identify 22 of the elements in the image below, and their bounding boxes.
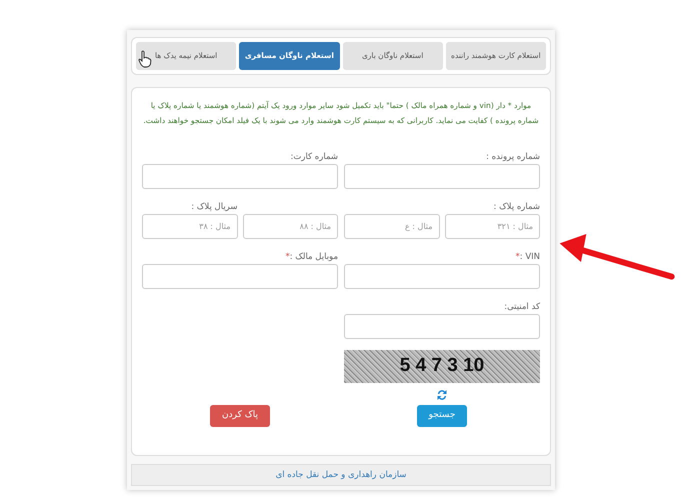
field-label: سریال پلاک : [191,202,238,212]
captcha-text: 5 4 7 3 10 [400,354,484,378]
input-field[interactable] [344,264,540,289]
input-field[interactable] [344,314,540,339]
clear-button[interactable]: پاک کردن [210,405,270,426]
field-label: شماره پلاک : [494,202,540,212]
hand-cursor-icon [138,50,152,68]
field-label: کد امنیتی: [504,302,540,312]
field-label: موبایل مالک :* [285,252,338,262]
input-field[interactable]: مثال : ۸۸ [242,214,338,239]
field-label: شماره کارت: [290,152,338,162]
footer-text: سازمان راهداری و حمل نقل جاده ای [131,464,551,486]
field-label: VIN : * [515,252,540,262]
input-field[interactable] [142,164,338,189]
input-field[interactable] [142,264,338,289]
search-button[interactable]: جستجو [416,405,468,426]
input-field[interactable]: مثال : ع [344,214,440,239]
field-label: شماره پرونده : [486,152,540,162]
input-field[interactable]: مثال : ۳۲۱ [444,214,540,239]
input-field[interactable]: مثال : ۳۸ [142,214,238,239]
input-field[interactable] [344,164,540,189]
refresh-icon[interactable] [436,388,448,402]
